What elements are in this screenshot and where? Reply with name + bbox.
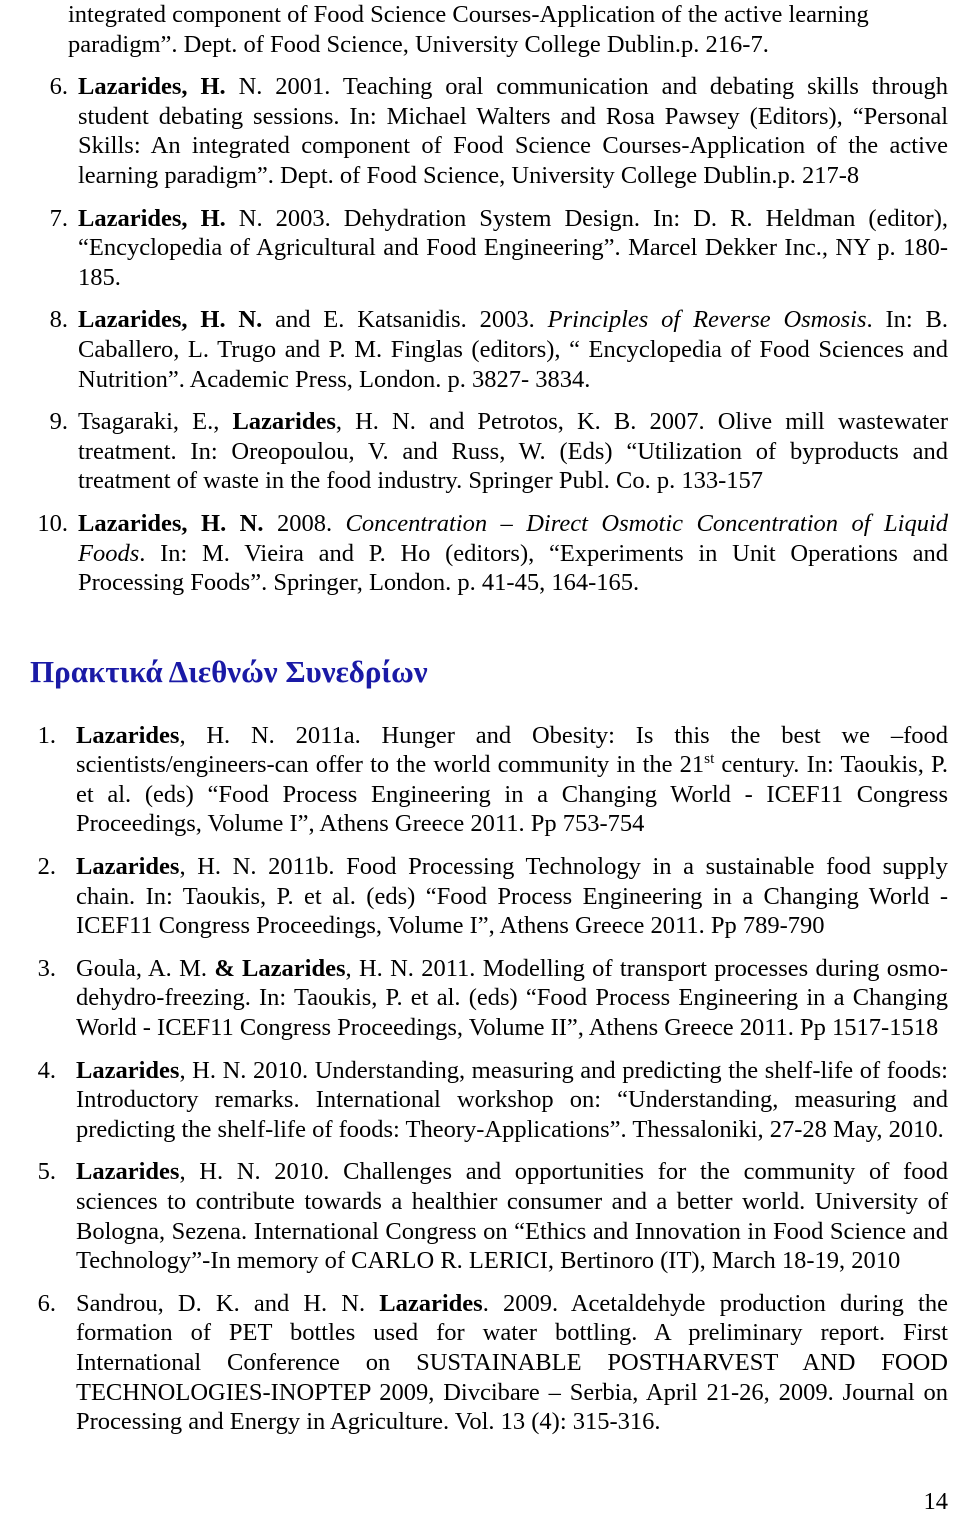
reference-item-8: 8. Lazarides, H. N. and E. Katsanidis. 2… [30, 305, 948, 394]
section-heading: Πρακτικά Διεθνών Συνεδρίων [30, 653, 428, 689]
page-number: 14 [923, 1488, 949, 1515]
reference-number: 7. [49, 204, 68, 232]
reference-item-6: 6. Lazarides, H. N. 2001. Teaching oral … [30, 72, 948, 190]
reference-item-7: 7. Lazarides, H. N. 2003. Dehydration Sy… [30, 204, 948, 293]
reference-text: Sandrou, D. K. and H. N. Lazarides. 2009… [76, 1289, 948, 1437]
publications-reference-list: 6. Lazarides, H. N. 2001. Teaching oral … [30, 72, 948, 598]
proceedings-item-1: 1. Lazarides, H. N. 2011a. Hunger and Ob… [30, 721, 948, 839]
author-bold: Lazarides [76, 721, 180, 749]
proceedings-item-5: 5. Lazarides, H. N. 2010. Challenges and… [30, 1157, 948, 1275]
reference-text: Tsagaraki, E., Lazarides, H. N. and Petr… [78, 407, 948, 496]
author-bold: Lazarides, H. N. [78, 306, 263, 334]
author-bold: Lazarides [76, 1056, 180, 1084]
author-bold: Lazarides, H. N. [78, 509, 264, 537]
reference-number: 3. [37, 954, 56, 982]
reference-number: 4. [37, 1056, 56, 1084]
author-bold: Lazarides [76, 1158, 180, 1186]
reference-text: Lazarides, H. N. and E. Katsanidis. 2003… [78, 305, 948, 394]
title-italic: Principles of Reverse Osmosis [547, 306, 867, 334]
proceedings-item-6: 6. Sandrou, D. K. and H. N. Lazarides. 2… [30, 1289, 948, 1437]
reference-rest: , H. N. 2010. Challenges and opportuniti… [76, 1158, 948, 1275]
reference-number: 10. [37, 509, 68, 537]
author-bold: & Lazarides [214, 954, 346, 982]
reference-number: 5. [37, 1158, 56, 1186]
reference-rest: , H. N. 2011b. Food Processing Technolog… [76, 853, 948, 940]
author-bold: Lazarides [232, 408, 336, 436]
proceedings-item-4: 4. Lazarides, H. N. 2010. Understanding,… [30, 1056, 948, 1145]
reference-text: Lazarides, H. N. 2010. Understanding, me… [76, 1056, 948, 1145]
reference-number: 6. [49, 73, 68, 101]
proceedings-item-2: 2. Lazarides, H. N. 2011b. Food Processi… [30, 852, 948, 941]
document-page: integrated component of Food Science Cou… [0, 0, 960, 1530]
proceedings-reference-list: 1. Lazarides, H. N. 2011a. Hunger and Ob… [30, 721, 948, 1437]
reference-number: 9. [49, 408, 68, 436]
author-bold: Lazarides, H. [78, 73, 226, 101]
reference-rest-b: . In: M. Vieira and P. Ho (editors), “Ex… [78, 539, 948, 597]
ordinal-superscript: st [704, 750, 715, 768]
continued-reference: integrated component of Food Science Cou… [30, 0, 948, 59]
reference-lead: Sandrou, D. K. and H. N. [76, 1289, 380, 1317]
reference-item-9: 9. Tsagaraki, E., Lazarides, H. N. and P… [30, 407, 948, 496]
reference-text: Lazarides, H. N. 2003. Dehydration Syste… [78, 204, 948, 293]
reference-item-10: 10. Lazarides, H. N. 2008. Concentration… [30, 509, 948, 598]
reference-lead: Tsagaraki, E., [78, 408, 233, 436]
reference-rest: , H. N. 2010. Understanding, measuring a… [76, 1056, 948, 1143]
author-bold: Lazarides [379, 1289, 483, 1317]
proceedings-item-3: 3. Goula, A. M. & Lazarides, H. N. 2011.… [30, 954, 948, 1043]
reference-text: Lazarides, H. N. 2011a. Hunger and Obesi… [76, 721, 948, 839]
reference-text: Lazarides, H. N. 2008. Concentration – D… [78, 509, 948, 598]
reference-text: Goula, A. M. & Lazarides, H. N. 2011. Mo… [76, 954, 948, 1043]
reference-number: 2. [37, 853, 56, 881]
author-bold: Lazarides [76, 853, 180, 881]
reference-lead: Goula, A. M. [76, 954, 215, 982]
reference-number: 8. [49, 306, 68, 334]
continued-reference-line-1: integrated component of Food Science Cou… [68, 1, 869, 28]
reference-text: Lazarides, H. N. 2011b. Food Processing … [76, 852, 948, 941]
reference-text: Lazarides, H. N. 2001. Teaching oral com… [78, 72, 948, 190]
page-content: integrated component of Food Science Cou… [30, 0, 948, 1450]
continued-reference-line-2: paradigm”. Dept. of Food Science, Univer… [68, 30, 769, 58]
author-bold: Lazarides, H. [78, 204, 226, 232]
reference-rest-a: and E. Katsanidis. 2003. [262, 306, 548, 334]
reference-rest-a: 2008. [263, 509, 346, 537]
reference-number: 1. [37, 721, 56, 749]
reference-text: Lazarides, H. N. 2010. Challenges and op… [76, 1157, 948, 1275]
reference-number: 6. [37, 1289, 56, 1317]
